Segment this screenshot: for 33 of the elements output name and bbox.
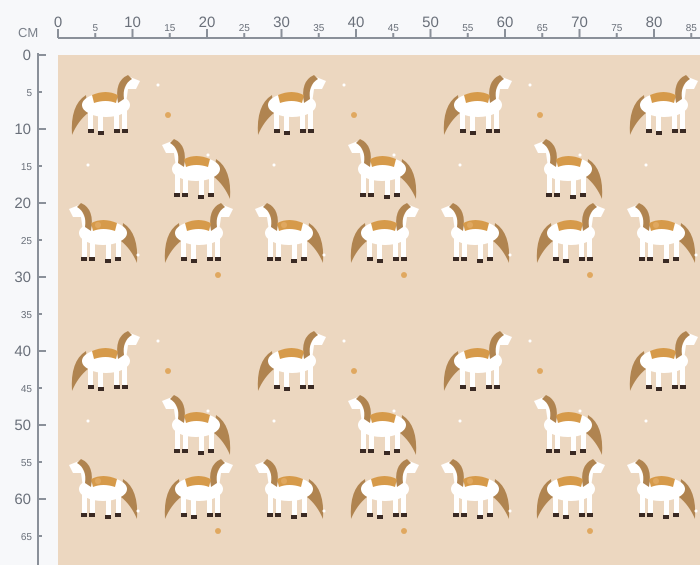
ruler-label: 50 — [422, 14, 439, 31]
ruler-label: 45 — [20, 384, 32, 395]
ruler-label: 10 — [14, 121, 31, 138]
ruler-label: 30 — [14, 269, 31, 286]
ruler-label: 25 — [238, 23, 250, 34]
ruler-label: 80 — [646, 14, 662, 31]
ruler-label: 5 — [92, 23, 98, 34]
ruler-label: 65 — [20, 532, 32, 543]
ruler-label: 75 — [611, 23, 622, 34]
ruler-label: 65 — [536, 23, 548, 34]
ruler-label: 15 — [20, 162, 32, 173]
ruler-label: 55 — [462, 23, 474, 34]
ruler-label: 35 — [20, 310, 32, 321]
ruler-label: 55 — [20, 458, 32, 469]
ruler-label: 85 — [686, 23, 697, 34]
ruler-label: 20 — [14, 195, 31, 212]
ruler-unit-label: CM — [18, 25, 38, 40]
ruler-label: 10 — [124, 14, 141, 31]
ruler-label: 45 — [388, 23, 399, 34]
ruler-label: 60 — [496, 14, 514, 31]
ruler-label: 40 — [14, 343, 31, 360]
ruler-label: 40 — [348, 14, 364, 31]
ruler-label: 25 — [20, 236, 32, 247]
ruler-label: 30 — [273, 14, 290, 31]
ruler-label: 35 — [313, 23, 324, 34]
ruler-label: 60 — [14, 491, 31, 508]
ruler-label: 20 — [198, 14, 216, 31]
ruler-label: 50 — [14, 417, 31, 434]
ruler-label: 0 — [22, 47, 31, 64]
ruler-label: 5 — [26, 88, 32, 99]
ruler-label: 0 — [54, 14, 62, 31]
ruler-label: 70 — [571, 14, 588, 31]
ruler-label: 15 — [164, 23, 176, 34]
